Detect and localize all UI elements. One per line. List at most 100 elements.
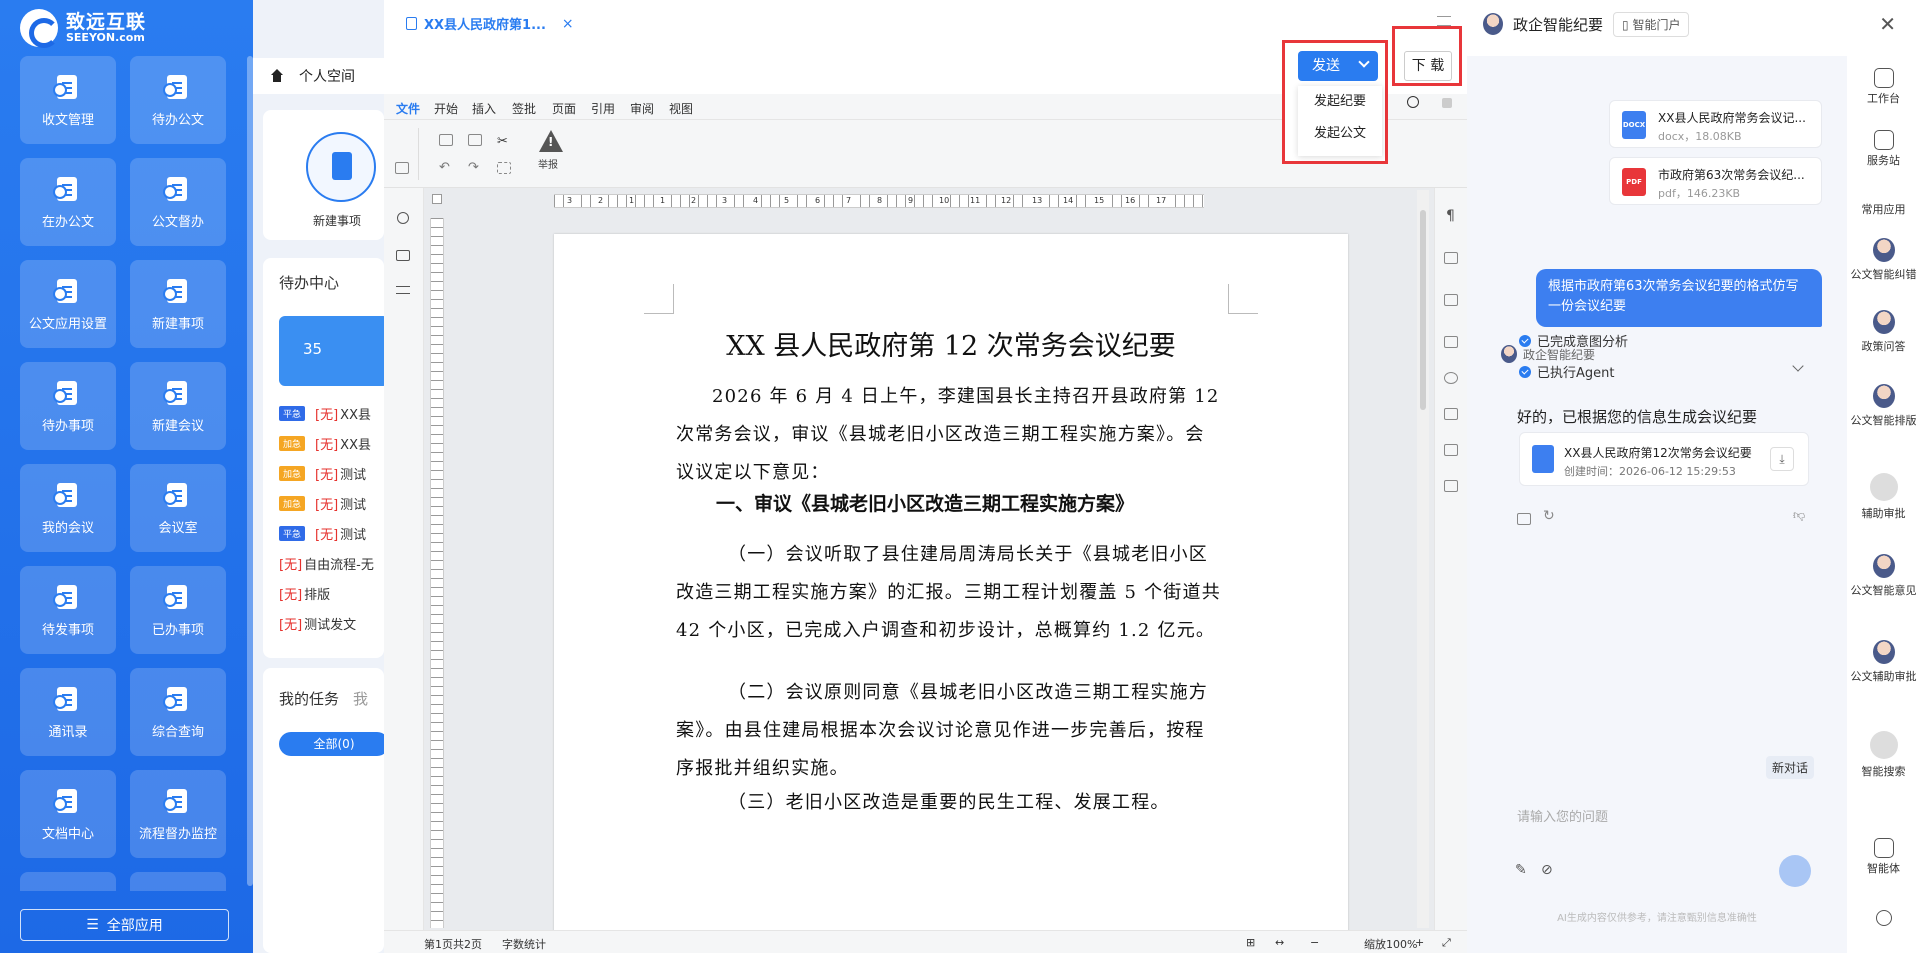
text-style-icon[interactable]	[1444, 444, 1458, 456]
menu-tab[interactable]: 审阅	[630, 100, 654, 117]
menu-tab[interactable]: 开始	[434, 100, 458, 117]
sidebar-tile[interactable]: 公文督办	[130, 158, 226, 246]
sidebar-tile[interactable]: 已办事项	[130, 566, 226, 654]
shape-icon[interactable]	[1444, 372, 1458, 384]
send-message-button[interactable]	[1779, 855, 1811, 887]
rail-item[interactable]: 常用应用	[1847, 203, 1920, 217]
todo-row[interactable]: 加急 [无] 测试	[279, 458, 384, 488]
rail-item[interactable]: 辅助审批	[1847, 473, 1920, 521]
chat-input[interactable]: 请输入您的问题	[1517, 806, 1608, 825]
redo-icon[interactable]: ↷	[468, 160, 479, 175]
todo-row[interactable]: [无] 测试发文	[279, 608, 384, 638]
send-menu-item[interactable]: 发起公文	[1298, 118, 1382, 150]
todo-row[interactable]: [无] 排版	[279, 578, 384, 608]
vertical-ruler[interactable]	[430, 218, 444, 928]
fit-page-icon[interactable]: ⊞	[1246, 936, 1255, 949]
brand-logo[interactable]: 致远互联 SEEYON.com	[20, 8, 200, 48]
attached-file[interactable]: PDF 市政府第63次常务会议纪... pdf，146.23KB	[1609, 157, 1822, 205]
zoom-out-icon[interactable]: −	[1310, 936, 1319, 949]
magic-wand-icon[interactable]: ✎	[1515, 862, 1527, 878]
horizontal-ruler[interactable]: 3 2 1 1 2 3 4 5 6 7 8 9 10 11 12 13 14 15 16 17	[554, 194, 1204, 208]
search-icon[interactable]	[1407, 96, 1419, 108]
rail-item[interactable]: 公文智能排版	[1847, 384, 1920, 428]
textbox-icon[interactable]	[1444, 336, 1458, 348]
tab-stop-icon[interactable]	[432, 194, 442, 204]
sidebar-tile[interactable]: 我的会议	[20, 464, 116, 552]
select-icon[interactable]	[497, 162, 511, 174]
sidebar-tile[interactable]: 待办事项	[20, 362, 116, 450]
paragraph-icon[interactable]: ¶	[1446, 208, 1455, 224]
mail-icon[interactable]	[1444, 480, 1458, 492]
todo-count[interactable]: 35	[279, 316, 384, 386]
tab-personal-space[interactable]: 个人空间	[253, 58, 384, 94]
editor-scrollbar[interactable]	[1417, 190, 1429, 928]
refresh-icon[interactable]: ↻	[1543, 508, 1555, 524]
sidebar-tile[interactable]	[20, 872, 116, 891]
menu-tab[interactable]: 视图	[669, 100, 693, 117]
user-icon[interactable]	[1847, 910, 1920, 930]
menu-icon[interactable]	[1437, 16, 1451, 26]
rail-item[interactable]: 智能体	[1847, 838, 1920, 876]
fit-width-icon[interactable]: ↔	[1275, 936, 1284, 949]
save-icon[interactable]	[395, 162, 409, 174]
cut-icon[interactable]: ✂	[497, 134, 511, 149]
word-count-button[interactable]: 字数统计	[502, 936, 546, 952]
zoom-in-icon[interactable]: +	[1415, 936, 1424, 949]
download-icon[interactable]: ⤓	[1770, 447, 1794, 471]
sidebar-tile[interactable]: 公文应用设置	[20, 260, 116, 348]
outline-icon[interactable]	[396, 286, 410, 294]
zoom-level[interactable]: 缩放100%	[1364, 936, 1417, 952]
menu-tab[interactable]: 文件	[396, 100, 421, 122]
scroll-thumb[interactable]	[1420, 210, 1426, 410]
doc-tab[interactable]: XX县人民政府第1... ×	[406, 14, 574, 33]
menu-tab[interactable]: 页面	[552, 100, 576, 117]
chart-icon[interactable]	[1444, 408, 1458, 420]
todo-row[interactable]: 平急 [无] 测试	[279, 518, 384, 548]
todo-row[interactable]: [无] 自由流程-无	[279, 548, 384, 578]
comment-icon[interactable]	[396, 250, 410, 261]
menu-tab[interactable]: 签批	[512, 100, 536, 117]
sidebar-tile[interactable]: 文档中心	[20, 770, 116, 858]
generated-file-card[interactable]: XX县人民政府第12次常务会议纪要 创建时间：2026-06-12 15:29:…	[1519, 432, 1809, 486]
sidebar-tile[interactable]: 收文管理	[20, 56, 116, 144]
more-icon[interactable]	[1442, 98, 1452, 108]
sidebar-tile[interactable]: 待办公文	[130, 56, 226, 144]
thumbs-down-icon[interactable]: 👎︎	[1793, 508, 1805, 523]
close-tab-button[interactable]: ×	[562, 16, 574, 32]
rail-item[interactable]: 智能搜索	[1847, 731, 1920, 779]
menu-tab[interactable]: 插入	[472, 100, 496, 117]
rail-item[interactable]: 政策问答	[1847, 310, 1920, 354]
sidebar-tile[interactable]: 综合查询	[130, 668, 226, 756]
menu-tab[interactable]: 引用	[591, 100, 615, 117]
send-button[interactable]: 发送	[1298, 51, 1378, 81]
task-filter-all[interactable]: 全部(0)	[279, 732, 384, 756]
rail-item[interactable]: 公文智能纠错	[1847, 238, 1920, 282]
todo-row[interactable]: 加急 [无] 测试	[279, 488, 384, 518]
sidebar-tile[interactable]: 流程督办监控	[130, 770, 226, 858]
table-icon[interactable]	[1444, 252, 1458, 264]
sidebar-tile[interactable]	[130, 872, 226, 891]
expand-chevron-icon[interactable]	[1792, 360, 1804, 372]
document-canvas[interactable]: 3 2 1 1 2 3 4 5 6 7 8 9 10 11 12 13 14 15 16 17 XX 县人民政府第 1…	[424, 188, 1434, 930]
rail-item[interactable]: 公文辅助审批	[1847, 640, 1920, 684]
task-tab-2[interactable]: 我	[353, 690, 368, 708]
smart-portal-button[interactable]: ▯ 智能门户	[1613, 11, 1690, 37]
undo-icon[interactable]: ↶	[439, 160, 450, 175]
download-button[interactable]: 下 载	[1404, 51, 1452, 81]
sidebar-tile[interactable]: 待发事项	[20, 566, 116, 654]
sidebar-tile[interactable]: 新建事项	[130, 260, 226, 348]
sidebar-tile[interactable]: 通讯录	[20, 668, 116, 756]
new-chat-button[interactable]: 新对话	[1766, 756, 1815, 779]
attach-icon[interactable]: ⊘	[1541, 862, 1553, 878]
copy-icon[interactable]	[1517, 513, 1531, 525]
warning-icon[interactable]	[539, 130, 563, 152]
send-menu-item[interactable]: 发起纪要	[1298, 86, 1382, 118]
fullscreen-icon[interactable]: ⤢	[1442, 936, 1451, 950]
close-icon[interactable]: ✕	[1879, 12, 1896, 36]
rail-item[interactable]: 服务站	[1847, 130, 1920, 168]
attached-file[interactable]: DOCX XX县人民政府常务会议记... docx，18.08KB	[1609, 100, 1822, 148]
sidebar-tile[interactable]: 新建会议	[130, 362, 226, 450]
todo-row[interactable]: 平急 [无] XX县	[279, 398, 384, 428]
image-icon[interactable]	[1444, 294, 1458, 306]
copy-icon[interactable]	[439, 134, 453, 146]
